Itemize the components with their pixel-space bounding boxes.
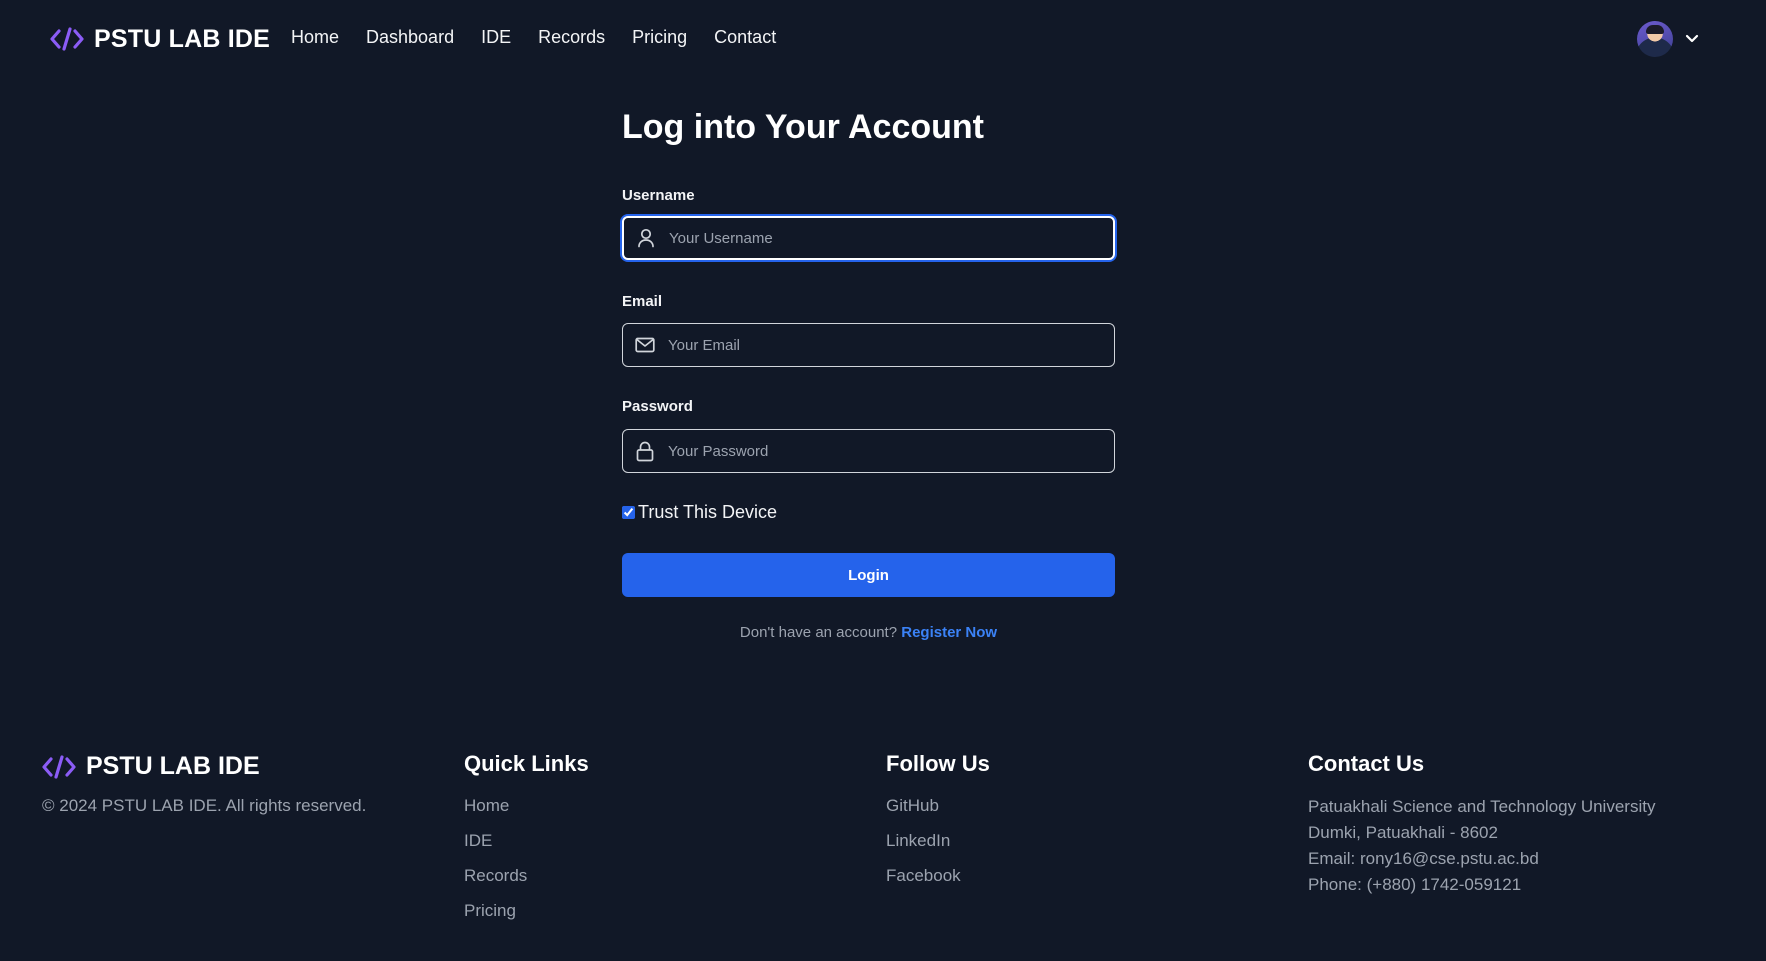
brand-logo-link[interactable]: PSTU LAB IDE — [50, 22, 270, 56]
nav-link-pricing[interactable]: Pricing — [632, 27, 687, 48]
password-input[interactable] — [667, 430, 1114, 472]
contact-university: Patuakhali Science and Technology Univer… — [1308, 797, 1656, 816]
nav-link-dashboard[interactable]: Dashboard — [366, 27, 454, 48]
footer-link-records[interactable]: Records — [464, 864, 589, 888]
trust-device-checkbox[interactable] — [622, 506, 635, 519]
nav-link-home[interactable]: Home — [291, 27, 339, 48]
user-icon — [624, 228, 668, 248]
copyright: © 2024 PSTU LAB IDE. All rights reserved… — [42, 796, 367, 815]
user-menu[interactable] — [1637, 21, 1699, 57]
mail-icon — [623, 337, 667, 353]
register-prompt: Don't have an account? Register Now — [622, 624, 1115, 641]
login-form: Log into Your Account Username Email Pas… — [622, 105, 1115, 641]
username-field[interactable] — [622, 216, 1115, 260]
password-label: Password — [622, 398, 693, 415]
register-link[interactable]: Register Now — [901, 624, 997, 641]
password-field[interactable] — [622, 429, 1115, 473]
navbar: PSTU LAB IDE Home Dashboard IDE Records … — [0, 0, 1766, 78]
code-icon — [42, 754, 76, 779]
footer-link-facebook[interactable]: Facebook — [886, 864, 990, 888]
contact-us-heading: Contact Us — [1308, 751, 1425, 776]
contact-email: Email: rony16@cse.pstu.ac.bd — [1308, 849, 1539, 868]
email-input[interactable] — [667, 324, 1114, 366]
nav-link-ide[interactable]: IDE — [481, 27, 511, 48]
email-label: Email — [622, 293, 663, 310]
footer-brand[interactable]: PSTU LAB IDE — [42, 752, 366, 781]
footer: PSTU LAB IDE © 2024 PSTU LAB IDE. All ri… — [0, 740, 1766, 961]
email-field[interactable] — [622, 323, 1115, 367]
footer-link-home[interactable]: Home — [464, 794, 589, 818]
login-button[interactable]: Login — [622, 553, 1115, 597]
trust-device: Trust This Device — [622, 502, 777, 523]
contact-address: Dumki, Patuakhali - 8602 — [1308, 823, 1498, 842]
contact-phone: Phone: (+880) 1742-059121 — [1308, 875, 1522, 894]
code-icon — [50, 27, 84, 51]
footer-brand-name: PSTU LAB IDE — [86, 752, 260, 780]
nav-links: Home Dashboard IDE Records Pricing Conta… — [291, 27, 776, 48]
contact-us-column: Contact Us Patuakhali Science and Techno… — [1308, 740, 1655, 898]
footer-brand-column: PSTU LAB IDE © 2024 PSTU LAB IDE. All ri… — [42, 740, 366, 816]
trust-device-label[interactable]: Trust This Device — [638, 502, 777, 523]
username-label: Username — [622, 187, 695, 204]
quick-links-column: Quick Links Home IDE Records Pricing — [464, 740, 589, 923]
brand-name: PSTU LAB IDE — [94, 24, 271, 53]
avatar[interactable] — [1637, 21, 1673, 57]
nav-link-records[interactable]: Records — [538, 27, 605, 48]
register-prompt-text: Don't have an account? — [739, 624, 898, 641]
username-input[interactable] — [668, 218, 1113, 258]
follow-us-column: Follow Us GitHub LinkedIn Facebook — [886, 740, 990, 888]
footer-link-pricing[interactable]: Pricing — [464, 899, 589, 923]
chevron-down-icon[interactable] — [1685, 34, 1699, 44]
follow-us-heading: Follow Us — [886, 751, 990, 776]
nav-link-contact[interactable]: Contact — [714, 27, 776, 48]
footer-link-ide[interactable]: IDE — [464, 829, 589, 853]
quick-links-heading: Quick Links — [464, 751, 589, 776]
lock-icon — [623, 441, 667, 462]
footer-link-linkedin[interactable]: LinkedIn — [886, 829, 990, 853]
page-title: Log into Your Account — [622, 108, 984, 146]
footer-link-github[interactable]: GitHub — [886, 794, 990, 818]
